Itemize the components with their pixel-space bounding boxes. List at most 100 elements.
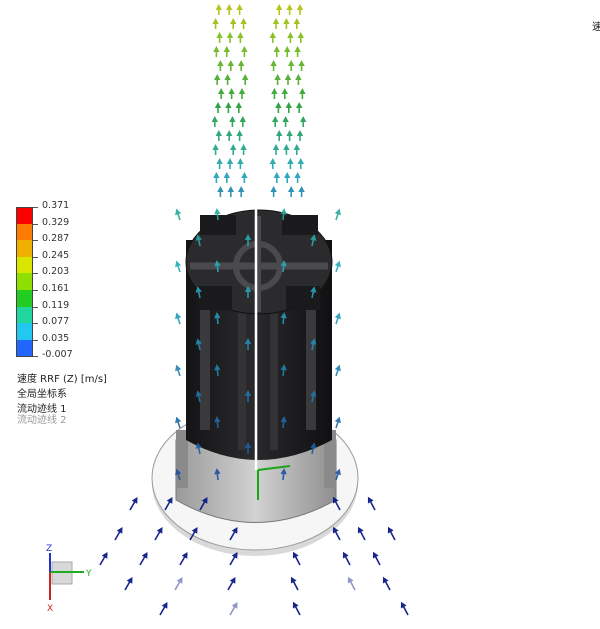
arrow-icon bbox=[288, 186, 295, 197]
arrow-icon bbox=[269, 158, 276, 169]
legend-value: 0.077 bbox=[42, 316, 70, 328]
arrow-icon bbox=[272, 116, 279, 127]
arrow-icon bbox=[270, 186, 277, 197]
legend-value: 0.203 bbox=[42, 266, 70, 278]
arrow-icon bbox=[275, 102, 282, 113]
arrow-icon bbox=[357, 526, 366, 541]
arrow-icon bbox=[297, 158, 304, 169]
arrow-icon bbox=[213, 46, 220, 57]
arrow-icon bbox=[214, 102, 222, 113]
arrow-icon bbox=[283, 18, 290, 29]
arrow-icon bbox=[236, 4, 243, 15]
arrow-icon bbox=[139, 552, 148, 566]
legend-swatch bbox=[16, 323, 33, 340]
legend-swatch bbox=[16, 256, 33, 274]
arrow-icon bbox=[271, 88, 278, 99]
arrow-icon bbox=[298, 186, 305, 197]
arrow-icon bbox=[284, 172, 291, 183]
arrow-icon bbox=[282, 116, 289, 127]
legend-swatch bbox=[16, 240, 33, 257]
arrow-icon bbox=[347, 576, 356, 591]
arrow-icon bbox=[239, 116, 246, 127]
arrow-icon bbox=[292, 601, 301, 616]
arrow-icon bbox=[227, 186, 234, 197]
arrow-icon bbox=[294, 172, 301, 183]
arrow-icon bbox=[240, 144, 247, 155]
arrow-icon bbox=[229, 602, 238, 616]
triad-x-label: X bbox=[47, 604, 53, 614]
arrow-icon bbox=[226, 4, 233, 15]
arrow-icon bbox=[226, 158, 234, 169]
arrow-icon bbox=[281, 88, 288, 99]
arrow-icon bbox=[272, 18, 280, 29]
legend-tick bbox=[33, 356, 38, 358]
arrow-icon bbox=[211, 116, 218, 127]
coordinate-triad-icon[interactable]: Z Y X bbox=[46, 544, 92, 614]
arrow-icon bbox=[298, 60, 305, 71]
coord-system-label: 全局坐标系 bbox=[17, 389, 67, 400]
legend-swatch bbox=[16, 290, 33, 307]
legend-value: 0.245 bbox=[42, 249, 70, 261]
corner-label: 速 bbox=[592, 22, 600, 33]
arrow-icon bbox=[216, 158, 223, 169]
arrow-icon bbox=[276, 4, 283, 15]
arrow-icon bbox=[272, 144, 280, 155]
arrow-icon bbox=[237, 158, 244, 169]
arrow-icon bbox=[367, 496, 376, 511]
arrow-icon bbox=[334, 312, 341, 325]
arrow-icon bbox=[175, 312, 182, 325]
arrow-icon bbox=[299, 88, 306, 99]
arrow-icon bbox=[288, 60, 295, 71]
arrow-icon bbox=[300, 116, 307, 127]
arrow-icon bbox=[342, 551, 351, 566]
arrow-icon bbox=[214, 74, 221, 85]
arrow-icon bbox=[334, 416, 341, 429]
arrow-icon bbox=[238, 88, 246, 99]
legend-value: 0.287 bbox=[42, 233, 70, 245]
arrow-icon bbox=[230, 144, 237, 155]
arrow-icon bbox=[225, 102, 232, 113]
arrow-icon bbox=[297, 32, 304, 43]
arrow-icon bbox=[230, 18, 237, 29]
trajectory-2-label[interactable]: 流动迹线 2 bbox=[17, 411, 67, 426]
arrow-icon bbox=[283, 144, 290, 155]
arrow-icon bbox=[334, 260, 341, 273]
legend-tick bbox=[33, 306, 38, 308]
arrow-icon bbox=[387, 526, 396, 541]
legend-value: 0.371 bbox=[42, 200, 70, 211]
legend-tick bbox=[33, 256, 38, 258]
arrow-icon bbox=[293, 144, 300, 155]
legend-swatch bbox=[16, 306, 33, 324]
legend-tick bbox=[33, 207, 38, 208]
arrow-icon bbox=[238, 186, 245, 197]
arrow-icon bbox=[216, 32, 223, 43]
arrow-icon bbox=[270, 60, 277, 71]
legend-value: 0.161 bbox=[42, 283, 70, 294]
arrow-icon bbox=[287, 158, 294, 169]
arrow-icon bbox=[175, 260, 182, 273]
arrow-icon bbox=[269, 32, 276, 43]
arrow-icon bbox=[224, 74, 231, 85]
arrow-icon bbox=[175, 364, 182, 377]
legend-swatch bbox=[16, 223, 33, 241]
arrow-icon bbox=[290, 576, 299, 591]
arrow-icon bbox=[287, 32, 294, 43]
legend-swatch bbox=[16, 207, 33, 224]
arrow-icon bbox=[236, 130, 243, 141]
arrow-icon bbox=[179, 552, 188, 566]
arrow-icon bbox=[226, 130, 233, 141]
arrow-icon bbox=[294, 46, 301, 57]
quantity-label: 速度 RRF (Z) [m/s] bbox=[17, 374, 107, 385]
arrow-icon bbox=[286, 4, 293, 15]
arrow-icon bbox=[114, 527, 123, 541]
arrow-icon bbox=[235, 102, 242, 113]
arrow-icon bbox=[174, 577, 183, 591]
legend-value: 0.329 bbox=[42, 216, 70, 228]
arrow-icon bbox=[296, 130, 304, 141]
arrow-icon bbox=[293, 18, 300, 29]
arrow-icon bbox=[400, 601, 409, 616]
arrow-icon bbox=[242, 74, 249, 85]
arrow-icon bbox=[228, 88, 235, 99]
arrow-icon bbox=[227, 60, 234, 71]
arrow-icon bbox=[229, 116, 236, 127]
